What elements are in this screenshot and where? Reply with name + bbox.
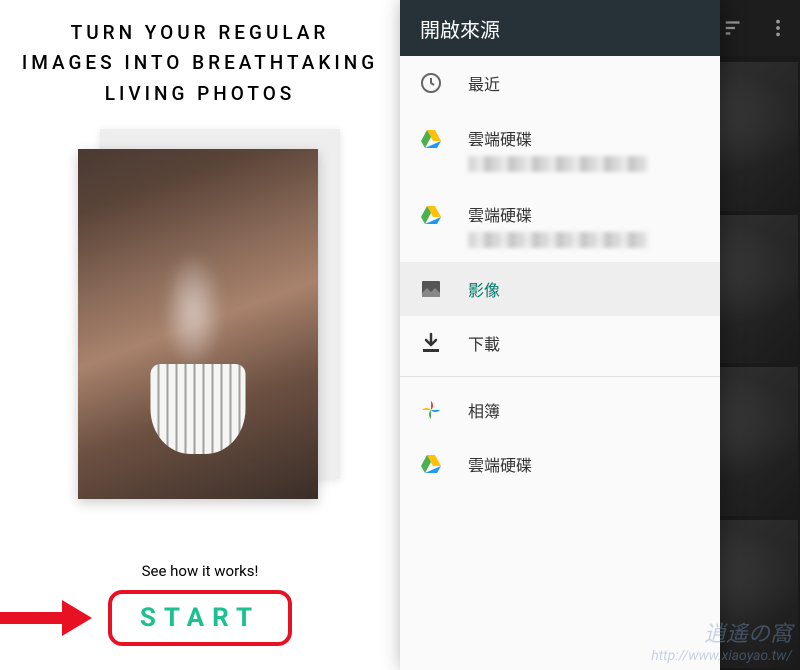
drawer-source-list: 最近 雲端硬碟	[400, 56, 720, 491]
watermark: 逍遙の窩 http://www.xiaoyao.tw/	[651, 622, 792, 665]
google-drive-icon	[418, 202, 444, 228]
photo-front-card	[78, 149, 318, 499]
google-photos-icon	[418, 397, 444, 423]
drawer-item-drive-2[interactable]: 雲端硬碟	[400, 186, 720, 262]
start-button-container: START	[108, 590, 292, 646]
steam-effect	[163, 251, 223, 371]
download-icon	[418, 330, 444, 356]
hero-photo-stack	[70, 137, 330, 507]
see-how-label: See how it works!	[142, 562, 259, 580]
hero-image	[78, 149, 318, 499]
drawer-item-photos[interactable]: 相簿	[400, 383, 720, 437]
drawer-item-drive-1[interactable]: 雲端硬碟	[400, 110, 720, 186]
tagline-text: TURN YOUR REGULAR IMAGES INTO BREATHTAKI…	[0, 18, 400, 109]
drawer-item-label: 下載	[468, 331, 702, 355]
drawer-item-label: 雲端硬碟	[468, 126, 702, 150]
redacted-account	[468, 156, 648, 172]
open-from-drawer: 開啟來源 最近 雲端硬碟	[400, 0, 720, 670]
drawer-item-downloads[interactable]: 下載	[400, 316, 720, 370]
google-drive-icon	[418, 451, 444, 477]
image-icon	[418, 276, 444, 302]
file-picker-screen: 開啟來源 最近 雲端硬碟	[400, 0, 800, 670]
drawer-title: 開啟來源	[400, 0, 720, 56]
redacted-account	[468, 232, 648, 248]
drawer-item-label: 雲端硬碟	[468, 452, 702, 476]
drawer-item-images[interactable]: 影像	[400, 262, 720, 316]
drawer-item-recent[interactable]: 最近	[400, 56, 720, 110]
clock-icon	[418, 70, 444, 96]
more-icon[interactable]	[766, 16, 790, 40]
drawer-item-drive-3[interactable]: 雲端硬碟	[400, 437, 720, 491]
google-drive-icon	[418, 126, 444, 152]
attention-arrow-icon	[0, 600, 92, 636]
start-button[interactable]: START	[108, 590, 292, 646]
drawer-item-label: 影像	[468, 277, 702, 301]
divider	[400, 376, 720, 377]
drawer-item-label: 雲端硬碟	[468, 202, 702, 226]
drawer-item-label: 相簿	[468, 398, 702, 422]
drawer-item-label: 最近	[468, 71, 702, 95]
sort-icon[interactable]	[722, 16, 746, 40]
onboarding-screen: TURN YOUR REGULAR IMAGES INTO BREATHTAKI…	[0, 0, 400, 670]
